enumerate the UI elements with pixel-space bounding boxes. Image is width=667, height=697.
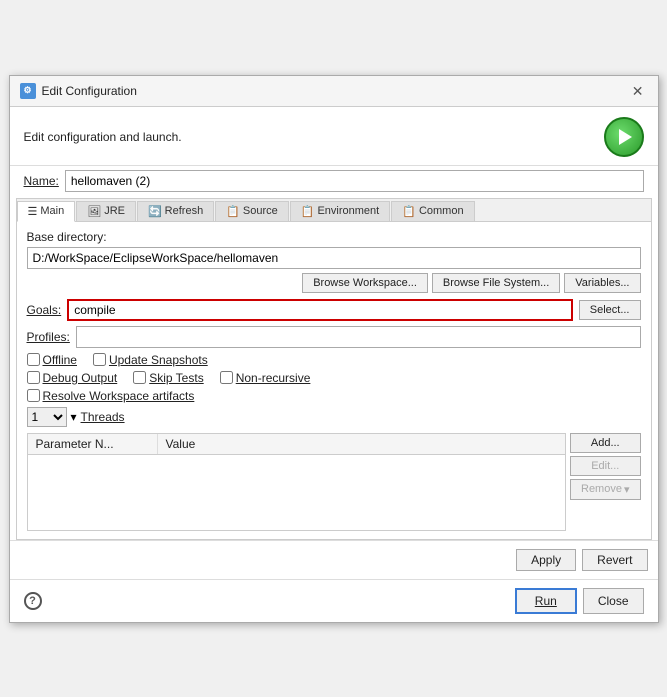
tab-environment[interactable]: 📋 Environment [290, 201, 390, 221]
table-header: Parameter N... Value [28, 434, 566, 455]
name-label: Name: [24, 174, 59, 188]
base-directory-label: Base directory: [27, 230, 641, 244]
remove-label: Remove [581, 483, 622, 495]
add-button[interactable]: Add... [570, 433, 641, 453]
tabs-bar: ☰ Main 🖼 JRE 🔄 Refresh 📋 Source 📋 Enviro… [17, 199, 651, 222]
profiles-row: Profiles: [27, 326, 641, 348]
non-recursive-checkbox[interactable] [220, 371, 233, 384]
debug-output-checkbox-item: Debug Output [27, 371, 118, 385]
name-row: Name: [10, 165, 658, 198]
tab-refresh-label: Refresh [165, 205, 204, 217]
apply-revert-row: Apply Revert [10, 540, 658, 579]
profiles-input[interactable] [76, 326, 641, 348]
browse-filesystem-button[interactable]: Browse File System... [432, 273, 560, 293]
header-area: Edit configuration and launch. [10, 107, 658, 165]
title-bar-left: ⚙ Edit Configuration [20, 83, 137, 99]
skip-tests-label[interactable]: Skip Tests [149, 371, 203, 385]
name-input[interactable] [65, 170, 644, 192]
parameters-table: Parameter N... Value [27, 433, 567, 531]
tab-common-label: Common [419, 205, 464, 217]
footer: ? Run Close [10, 579, 658, 622]
tab-source[interactable]: 📋 Source [215, 201, 289, 221]
header-subtitle: Edit configuration and launch. [24, 130, 182, 144]
table-col-value: Value [158, 434, 566, 454]
tab-main-label: Main [40, 205, 64, 217]
resolve-workspace-checkbox[interactable] [27, 389, 40, 402]
threads-row: 1 2 4 ▾ Threads [27, 407, 641, 427]
edit-button[interactable]: Edit... [570, 456, 641, 476]
dialog-icon: ⚙ [20, 83, 36, 99]
close-footer-button[interactable]: Close [583, 588, 644, 614]
tab-common-icon: 📋 [402, 205, 416, 218]
update-snapshots-checkbox[interactable] [93, 353, 106, 366]
threads-dropdown-icon: ▾ [71, 410, 77, 424]
browse-workspace-button[interactable]: Browse Workspace... [302, 273, 428, 293]
skip-tests-checkbox[interactable] [133, 371, 146, 384]
tab-main-icon: ☰ [28, 205, 38, 218]
table-action-buttons: Add... Edit... Remove ▾ [570, 433, 641, 531]
profiles-label: Profiles: [27, 330, 70, 344]
help-button[interactable]: ? [24, 592, 42, 610]
play-icon [619, 129, 632, 145]
title-bar: ⚙ Edit Configuration ✕ [10, 76, 658, 107]
offline-checkbox-item: Offline [27, 353, 77, 367]
tab-main[interactable]: ☰ Main [17, 201, 76, 222]
tab-jre-label: JRE [104, 205, 125, 217]
non-recursive-checkbox-item: Non-recursive [220, 371, 311, 385]
tab-source-icon: 📋 [226, 205, 240, 218]
tab-refresh-icon: 🔄 [148, 205, 162, 218]
tab-jre[interactable]: 🖼 JRE [76, 201, 136, 221]
edit-configuration-dialog: ⚙ Edit Configuration ✕ Edit configuratio… [9, 75, 659, 623]
threads-select[interactable]: 1 2 4 [27, 407, 67, 427]
tab-refresh[interactable]: 🔄 Refresh [137, 201, 214, 221]
skip-tests-checkbox-item: Skip Tests [133, 371, 203, 385]
variables-button[interactable]: Variables... [564, 273, 640, 293]
base-directory-input[interactable] [27, 247, 641, 269]
tab-environment-label: Environment [317, 205, 379, 217]
debug-output-checkbox[interactable] [27, 371, 40, 384]
goals-row: Goals: Select... [27, 299, 641, 321]
run-button[interactable]: Run [515, 588, 577, 614]
goals-input[interactable] [67, 299, 573, 321]
tab-common[interactable]: 📋 Common [391, 201, 474, 221]
parameters-table-section: Parameter N... Value Add... Edit... Remo… [27, 433, 641, 531]
remove-button[interactable]: Remove ▾ [570, 479, 641, 500]
update-snapshots-label[interactable]: Update Snapshots [109, 353, 208, 367]
remove-dropdown-icon: ▾ [624, 483, 630, 496]
debug-output-label[interactable]: Debug Output [43, 371, 118, 385]
threads-label: Threads [81, 410, 125, 424]
apply-button[interactable]: Apply [516, 549, 576, 571]
table-body [28, 455, 566, 530]
offline-checkbox[interactable] [27, 353, 40, 366]
close-button[interactable]: ✕ [628, 82, 648, 100]
main-tab-content: Base directory: Browse Workspace... Brow… [17, 222, 651, 539]
tab-environment-icon: 📋 [301, 205, 315, 218]
goals-label: Goals: [27, 303, 62, 317]
checkboxes-row-1: Offline Update Snapshots [27, 353, 641, 367]
offline-label[interactable]: Offline [43, 353, 77, 367]
resolve-row: Resolve Workspace artifacts [27, 389, 641, 403]
dialog-title: Edit Configuration [42, 84, 137, 98]
launch-button[interactable] [604, 117, 644, 157]
resolve-workspace-label[interactable]: Resolve Workspace artifacts [43, 389, 195, 403]
tab-jre-icon: 🖼 [87, 205, 101, 218]
non-recursive-label[interactable]: Non-recursive [236, 371, 311, 385]
content-area: ☰ Main 🖼 JRE 🔄 Refresh 📋 Source 📋 Enviro… [16, 198, 652, 540]
select-button[interactable]: Select... [579, 300, 641, 320]
footer-buttons: Run Close [515, 588, 644, 614]
browse-buttons-row: Browse Workspace... Browse File System..… [27, 273, 641, 293]
base-directory-row [27, 247, 641, 269]
checkboxes-row-2: Debug Output Skip Tests Non-recursive [27, 371, 641, 385]
tab-source-label: Source [243, 205, 278, 217]
revert-button[interactable]: Revert [582, 549, 647, 571]
update-snapshots-checkbox-item: Update Snapshots [93, 353, 208, 367]
table-col-parameter: Parameter N... [28, 434, 158, 454]
